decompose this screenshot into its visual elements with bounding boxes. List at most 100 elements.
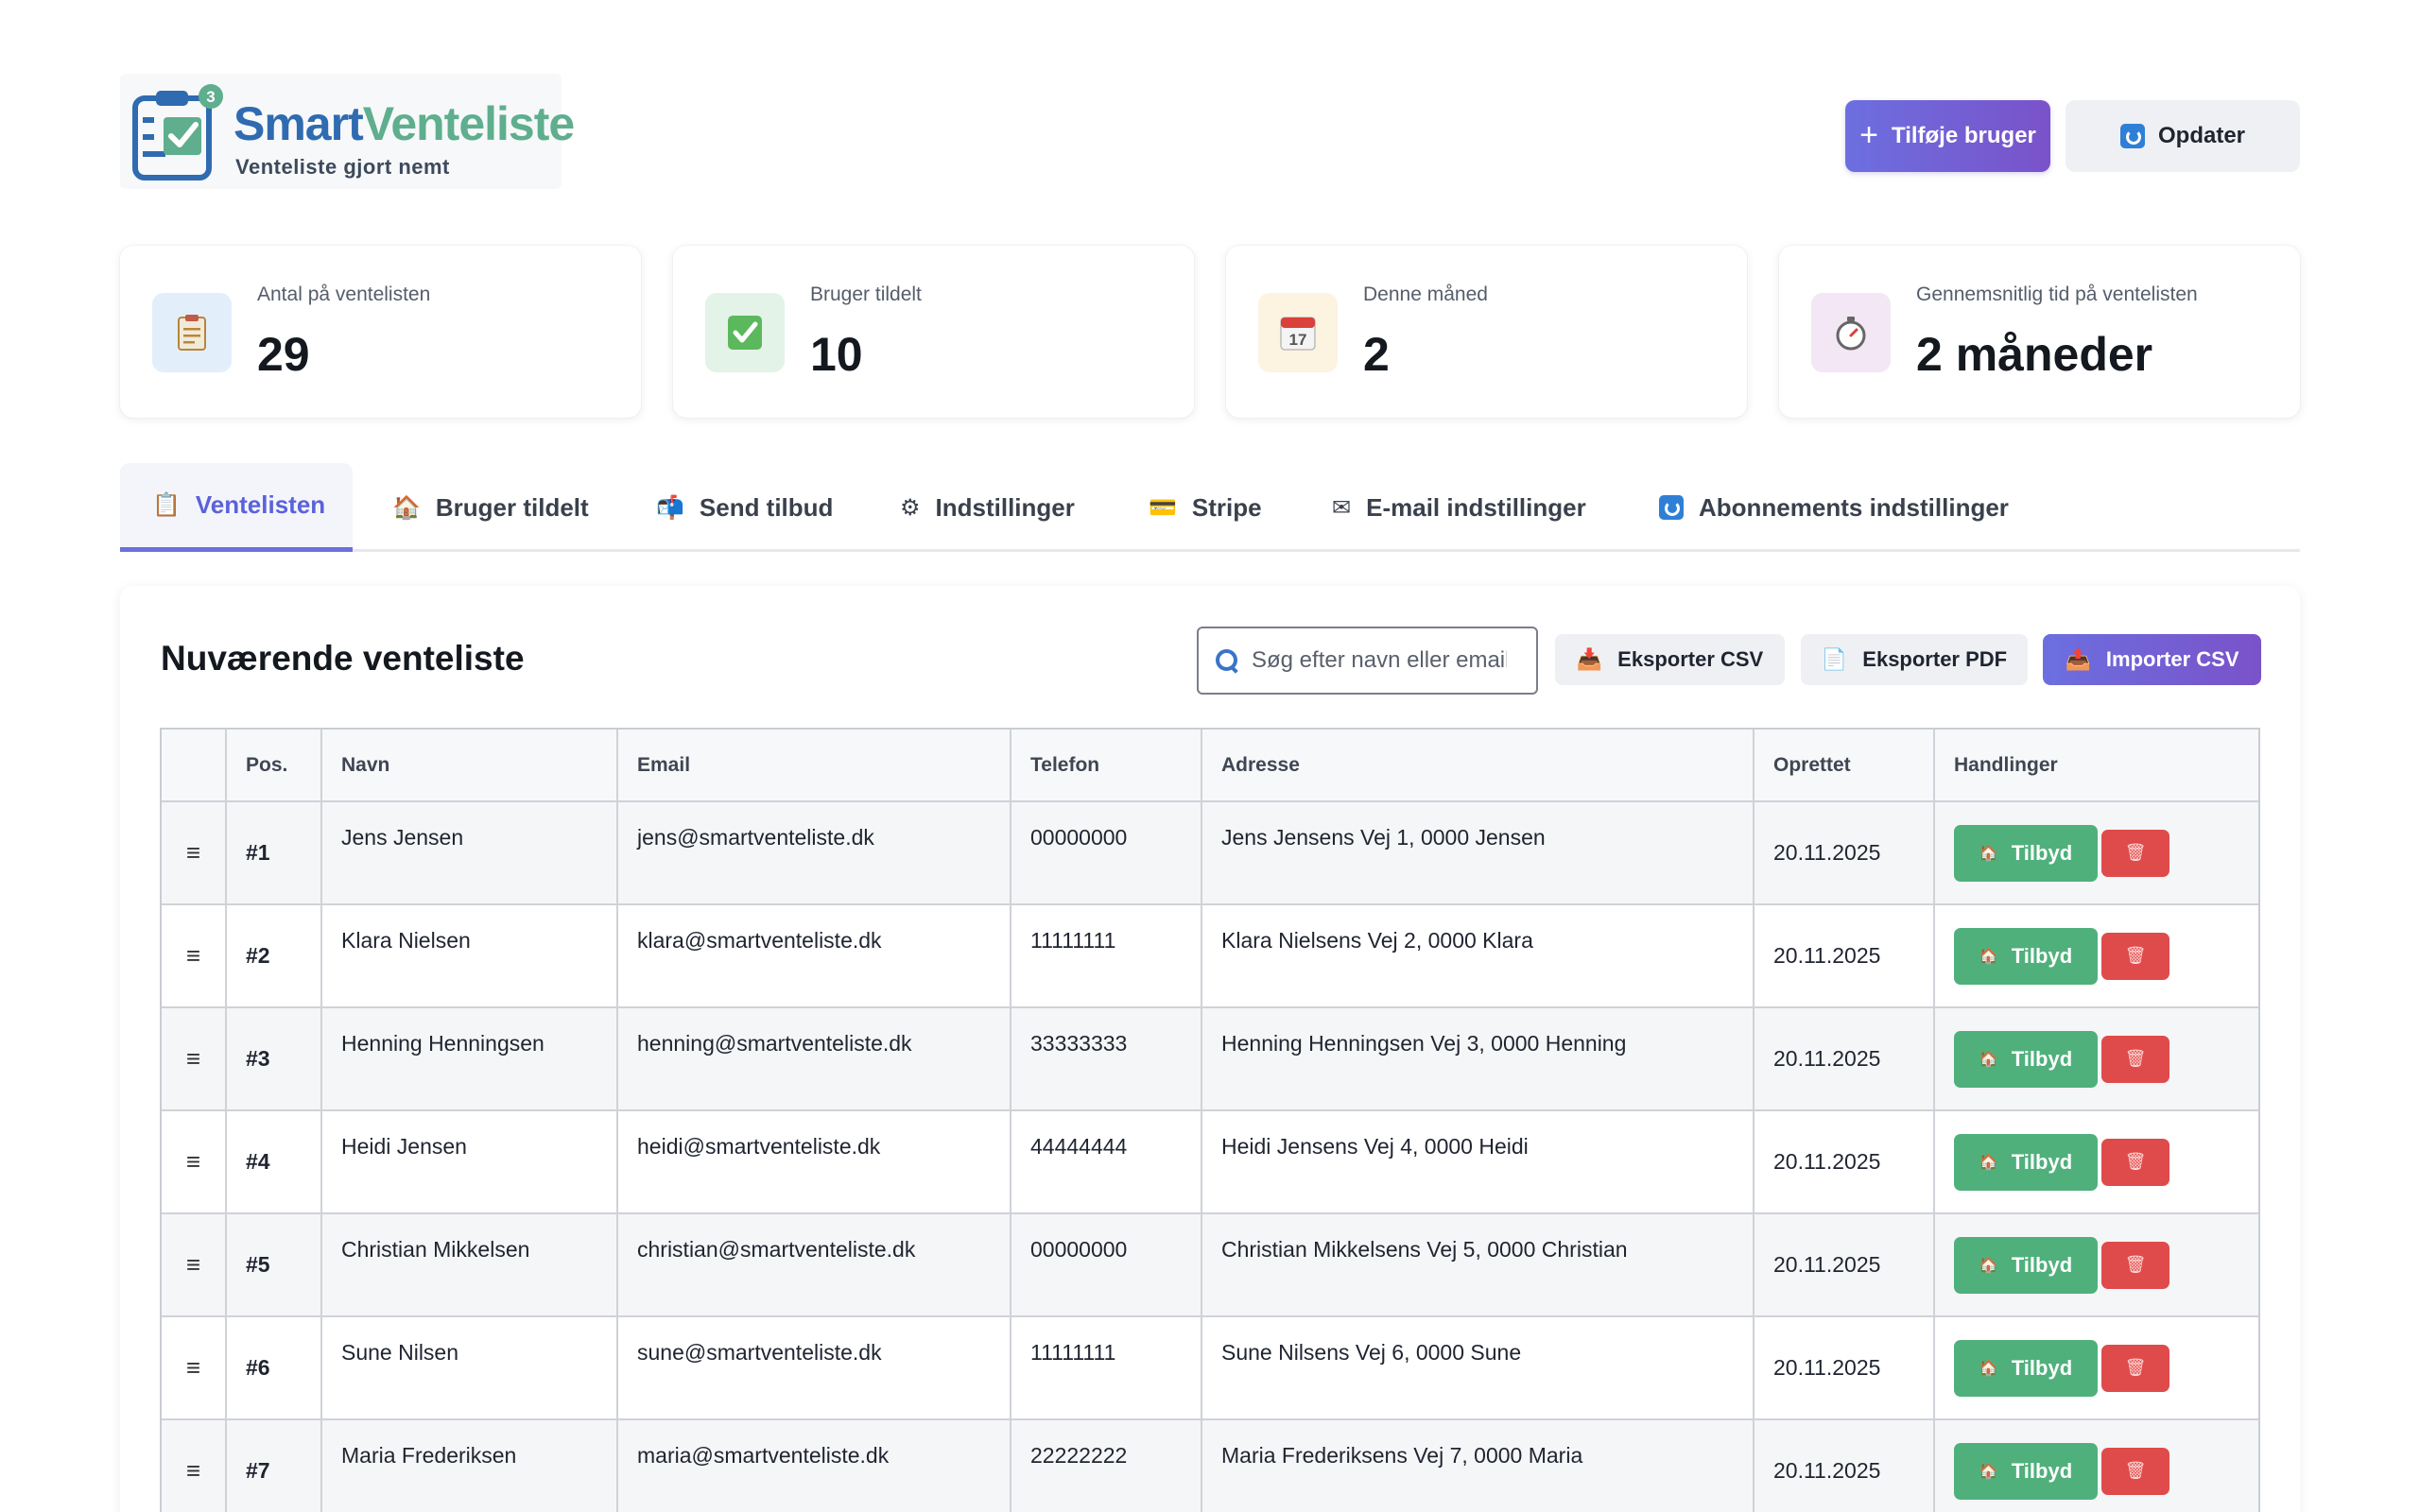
stats-row: Antal på ventelisten 29 Bruger tildelt 1… [120,246,2300,418]
search-box[interactable] [1197,627,1538,695]
stat-card-assigned: Bruger tildelt 10 [673,246,1194,418]
delete-button[interactable]: 🗑 [2101,1447,2169,1495]
delete-button[interactable]: 🗑 [2101,1344,2169,1392]
house-icon: 🏠 [1979,1360,1998,1377]
plus-icon: + [1859,116,1878,153]
offer-button[interactable]: 🏠 Tilbyd [1954,1030,2098,1088]
col-phone[interactable]: Telefon [1011,730,1202,802]
row-position: #5 [226,1213,322,1317]
tab-send-offer[interactable]: 📬 Send tilbud [656,463,833,552]
trash-icon: 🗑 [2124,1358,2147,1377]
tab-assigned-users[interactable]: 🏠 Bruger tildelt [392,463,589,552]
row-position: #6 [226,1316,322,1420]
row-address: Christian Mikkelsens Vej 5, 0000 Christi… [1201,1213,1754,1317]
tab-label: Stripe [1191,492,1262,522]
table-header: Pos. Navn Email Telefon Adresse Oprettet… [162,730,2258,802]
refresh-button[interactable]: Opdater [2066,100,2300,172]
row-email: klara@smartventeliste.dk [617,904,1011,1008]
trash-icon: 🗑 [2124,946,2147,965]
offer-button[interactable]: 🏠 Tilbyd [1954,927,2098,985]
waitlist-panel: Nuværende venteliste 📥 Eksporter CSV 📄 E… [120,586,2300,1512]
tab-label: Abonnements indstillinger [1699,492,2009,522]
refresh-icon [1659,495,1684,520]
table-row: ≡ #6 Sune Nilsen sune@smartventeliste.dk… [162,1316,2258,1420]
row-created: 20.11.2025 [1754,904,1935,1008]
drag-handle-icon[interactable]: ≡ [162,1007,227,1111]
tab-settings[interactable]: ⚙ Indstillinger [900,463,1075,552]
offer-button[interactable]: 🏠 Tilbyd [1954,1133,2098,1191]
drag-handle-icon[interactable]: ≡ [162,1213,227,1317]
calendar-icon: 17 [1258,293,1338,372]
drag-handle-icon[interactable]: ≡ [162,1316,227,1420]
house-icon: 🏠 [1979,1154,1998,1171]
col-created[interactable]: Oprettet [1754,730,1935,802]
row-email: henning@smartventeliste.dk [617,1007,1011,1111]
stat-value: 29 [257,328,310,381]
table-row: ≡ #1 Jens Jensen jens@smartventeliste.dk… [162,801,2258,905]
import-csv-button[interactable]: 📤 Importer CSV [2043,634,2261,685]
tab-waitlist[interactable]: 📋 Ventelisten [120,463,353,552]
delete-button[interactable]: 🗑 [2101,829,2169,877]
drag-handle-icon[interactable]: ≡ [162,1110,227,1214]
svg-text:17: 17 [1289,331,1307,349]
trash-icon: 🗑 [2124,1152,2147,1171]
stopwatch-icon [1811,293,1891,372]
delete-button[interactable]: 🗑 [2101,1138,2169,1186]
col-position[interactable]: Pos. [226,730,322,802]
trash-icon: 🗑 [2124,843,2147,862]
trash-icon: 🗑 [2124,1255,2147,1274]
row-position: #4 [226,1110,322,1214]
row-name: Sune Nilsen [321,1316,618,1420]
trash-icon: 🗑 [2124,1049,2147,1068]
row-email: christian@smartventeliste.dk [617,1213,1011,1317]
row-phone: 11111111 [1011,904,1202,1008]
search-input[interactable] [1252,647,1507,674]
row-name: Henning Henningsen [321,1007,618,1111]
col-name[interactable]: Navn [321,730,618,802]
drag-handle-icon[interactable]: ≡ [162,1419,227,1512]
drag-handle-icon[interactable]: ≡ [162,801,227,905]
envelope-icon: ✉ [1332,494,1352,521]
drag-handle-icon[interactable]: ≡ [162,904,227,1008]
delete-button[interactable]: 🗑 [2101,1241,2169,1289]
row-name: Christian Mikkelsen [321,1213,618,1317]
house-icon: 🏠 [1979,1051,1998,1068]
row-created: 20.11.2025 [1754,1316,1935,1420]
tab-subscription-settings[interactable]: Abonnements indstillinger [1659,463,2009,552]
search-icon [1216,649,1238,672]
row-position: #3 [226,1007,322,1111]
row-actions: 🏠 Tilbyd 🗑 [1934,1110,2258,1214]
row-actions: 🏠 Tilbyd 🗑 [1934,1213,2258,1317]
tab-stripe[interactable]: 💳 Stripe [1149,463,1262,552]
trash-icon: 🗑 [2124,1461,2147,1480]
offer-label: Tilbyd [2011,1149,2073,1174]
row-name: Maria Frederiksen [321,1419,618,1512]
tab-label: Bruger tildelt [435,492,589,522]
refresh-label: Opdater [2157,123,2245,148]
col-email[interactable]: Email [617,730,1011,802]
delete-button[interactable]: 🗑 [2101,932,2169,980]
delete-button[interactable]: 🗑 [2101,1035,2169,1083]
offer-button[interactable]: 🏠 Tilbyd [1954,1236,2098,1294]
row-actions: 🏠 Tilbyd 🗑 [1934,1007,2258,1111]
offer-button[interactable]: 🏠 Tilbyd [1954,824,2098,882]
tab-email-settings[interactable]: ✉ E-mail indstillinger [1332,463,1586,552]
table-row: ≡ #4 Heidi Jensen heidi@smartventeliste.… [162,1110,2258,1214]
waitlist-table: Pos. Navn Email Telefon Adresse Oprettet… [160,728,2260,1512]
add-user-button[interactable]: + Tilføje bruger [1845,100,2050,172]
logo-clipboard-icon: 3 [132,84,223,180]
export-csv-button[interactable]: 📥 Eksporter CSV [1555,634,1785,685]
house-icon: 🏠 [392,494,421,521]
clipboard-icon: 📋 [152,492,181,518]
row-created: 20.11.2025 [1754,1007,1935,1111]
col-address[interactable]: Adresse [1201,730,1754,802]
offer-button[interactable]: 🏠 Tilbyd [1954,1442,2098,1500]
table-row: ≡ #2 Klara Nielsen klara@smartventeliste… [162,904,2258,1008]
row-phone: 00000000 [1011,801,1202,905]
row-email: sune@smartventeliste.dk [617,1316,1011,1420]
row-actions: 🏠 Tilbyd 🗑 [1934,1316,2258,1420]
export-pdf-button[interactable]: 📄 Eksporter PDF [1801,634,2028,685]
offer-button[interactable]: 🏠 Tilbyd [1954,1339,2098,1397]
row-address: Klara Nielsens Vej 2, 0000 Klara [1201,904,1754,1008]
row-email: jens@smartventeliste.dk [617,801,1011,905]
